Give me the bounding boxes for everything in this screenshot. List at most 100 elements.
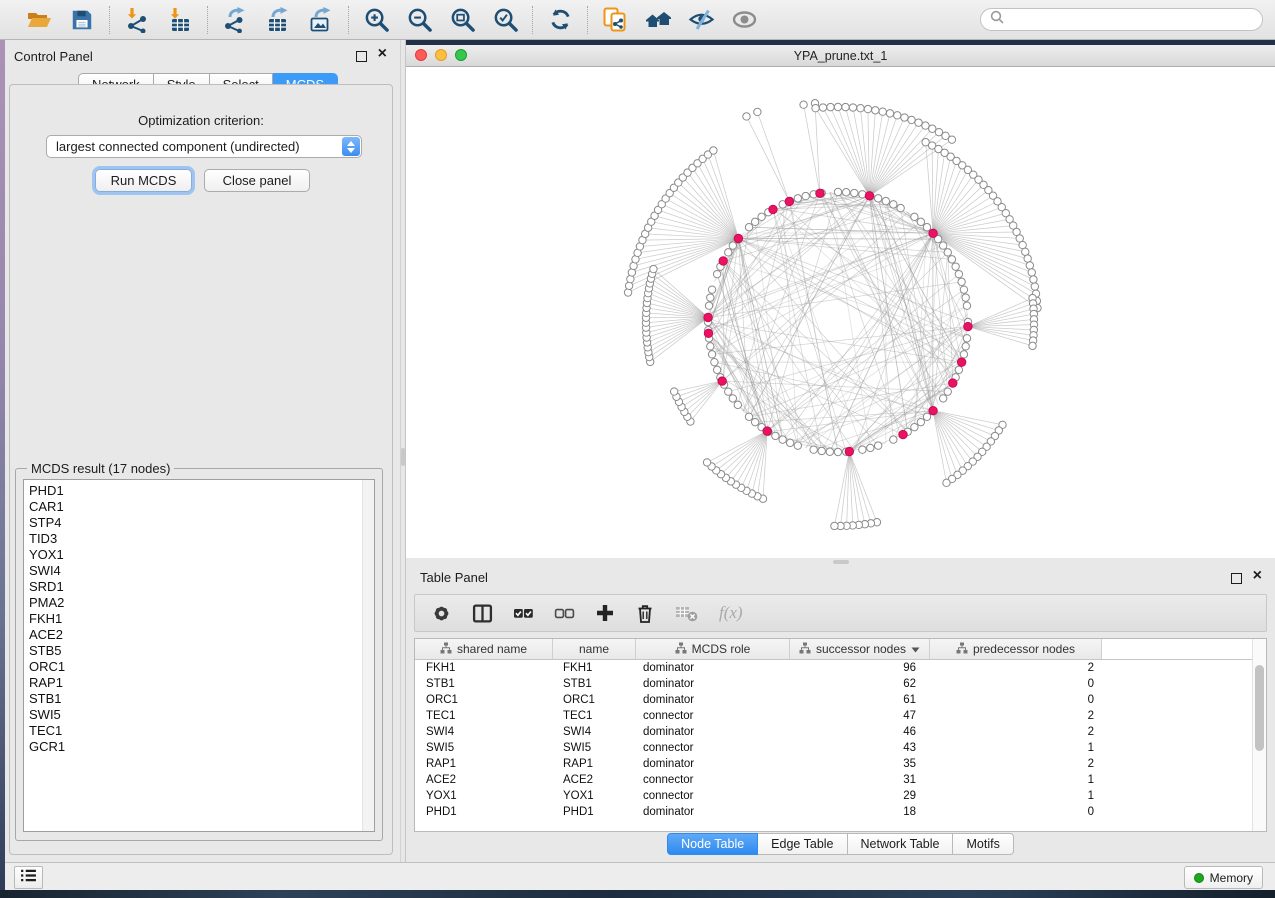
table-cell[interactable]: dominator: [636, 758, 790, 770]
table-row[interactable]: SWI4SWI4dominator462: [415, 724, 1253, 740]
close-panel-button[interactable]: Close panel: [204, 169, 310, 192]
table-cell[interactable]: connector: [636, 774, 790, 786]
column-header-name[interactable]: name: [553, 639, 636, 659]
tab-node-table[interactable]: Node Table: [667, 833, 758, 855]
list-item[interactable]: PHD1: [29, 483, 374, 499]
table-cell[interactable]: 43: [790, 742, 930, 754]
export-network-icon[interactable]: [221, 6, 249, 34]
list-item[interactable]: STP4: [29, 515, 374, 531]
memory-button[interactable]: Memory: [1184, 866, 1263, 889]
optimization-criterion-select[interactable]: largest connected component (undirected): [46, 135, 362, 158]
column-header-predecessor-nodes[interactable]: predecessor nodes: [930, 639, 1102, 659]
function-builder-icon[interactable]: f(x): [719, 603, 743, 623]
list-item[interactable]: PMA2: [29, 595, 374, 611]
refresh-view-icon[interactable]: [546, 6, 574, 34]
list-item[interactable]: CAR1: [29, 499, 374, 515]
table-cell[interactable]: 96: [790, 662, 930, 674]
delete-columns-icon[interactable]: [635, 603, 655, 624]
table-cell[interactable]: connector: [636, 742, 790, 754]
table-row[interactable]: RAP1RAP1dominator352: [415, 756, 1253, 772]
table-cell[interactable]: SWI4: [553, 726, 636, 738]
close-panel-icon[interactable]: ×: [1253, 567, 1262, 585]
table-cell[interactable]: dominator: [636, 806, 790, 818]
hide-graphics-details-icon[interactable]: [687, 6, 715, 34]
table-cell[interactable]: STB1: [553, 678, 636, 690]
import-network-icon[interactable]: [123, 6, 151, 34]
float-panel-icon[interactable]: [1231, 573, 1242, 584]
zoom-selected-icon[interactable]: [491, 6, 519, 34]
table-cell[interactable]: RAP1: [415, 758, 553, 770]
table-cell[interactable]: 0: [930, 806, 1102, 818]
column-header-successor-nodes[interactable]: successor nodes: [790, 639, 930, 659]
list-item[interactable]: SWI5: [29, 707, 374, 723]
table-cell[interactable]: 18: [790, 806, 930, 818]
open-session-icon[interactable]: [25, 6, 53, 34]
export-image-icon[interactable]: [307, 6, 335, 34]
table-cell[interactable]: SWI4: [415, 726, 553, 738]
table-cell[interactable]: 31: [790, 774, 930, 786]
add-column-icon[interactable]: [595, 603, 615, 623]
select-all-rows-icon[interactable]: [513, 603, 534, 624]
table-row[interactable]: ACE2ACE2connector311: [415, 772, 1253, 788]
table-row[interactable]: SWI5SWI5connector431: [415, 740, 1253, 756]
table-cell[interactable]: 1: [930, 742, 1102, 754]
horizontal-splitter[interactable]: [406, 558, 1275, 566]
table-cell[interactable]: ORC1: [415, 694, 553, 706]
show-columns-icon[interactable]: [472, 603, 493, 624]
table-cell[interactable]: 47: [790, 710, 930, 722]
table-row[interactable]: TEC1TEC1connector472: [415, 708, 1253, 724]
save-session-icon[interactable]: [68, 6, 96, 34]
list-item[interactable]: FKH1: [29, 611, 374, 627]
table-cell[interactable]: TEC1: [415, 710, 553, 722]
list-item[interactable]: TEC1: [29, 723, 374, 739]
table-cell[interactable]: dominator: [636, 662, 790, 674]
maximize-window-icon[interactable]: [455, 49, 467, 61]
splitter-handle[interactable]: [833, 560, 849, 564]
table-cell[interactable]: 2: [930, 758, 1102, 770]
table-cell[interactable]: YOX1: [553, 790, 636, 802]
tab-motifs[interactable]: Motifs: [953, 833, 1013, 855]
column-header-mcds-role[interactable]: MCDS role: [636, 639, 790, 659]
table-cell[interactable]: FKH1: [415, 662, 553, 674]
zoom-out-icon[interactable]: [405, 6, 433, 34]
table-cell[interactable]: 62: [790, 678, 930, 690]
splitter-handle[interactable]: [401, 448, 405, 466]
table-cell[interactable]: 2: [930, 662, 1102, 674]
table-cell[interactable]: RAP1: [553, 758, 636, 770]
table-cell[interactable]: 2: [930, 710, 1102, 722]
table-row[interactable]: PHD1PHD1dominator180: [415, 804, 1253, 820]
table-cell[interactable]: dominator: [636, 694, 790, 706]
table-cell[interactable]: 35: [790, 758, 930, 770]
tab-edge-table[interactable]: Edge Table: [758, 833, 847, 855]
table-cell[interactable]: 1: [930, 790, 1102, 802]
list-item[interactable]: STB5: [29, 643, 374, 659]
table-cell[interactable]: connector: [636, 790, 790, 802]
network-canvas[interactable]: [406, 66, 1275, 558]
deselect-all-rows-icon[interactable]: [554, 603, 575, 624]
table-row[interactable]: STB1STB1dominator620: [415, 676, 1253, 692]
search-input[interactable]: [1010, 12, 1253, 28]
table-cell[interactable]: FKH1: [553, 662, 636, 674]
table-cell[interactable]: ACE2: [553, 774, 636, 786]
table-cell[interactable]: dominator: [636, 726, 790, 738]
list-item[interactable]: TID3: [29, 531, 374, 547]
table-cell[interactable]: 46: [790, 726, 930, 738]
close-window-icon[interactable]: [415, 49, 427, 61]
table-cell[interactable]: 29: [790, 790, 930, 802]
delete-table-icon[interactable]: [675, 604, 699, 622]
minimize-window-icon[interactable]: [435, 49, 447, 61]
list-item[interactable]: SWI4: [29, 563, 374, 579]
table-scrollbar[interactable]: [1252, 639, 1266, 831]
table-row[interactable]: ORC1ORC1dominator610: [415, 692, 1253, 708]
table-cell[interactable]: PHD1: [553, 806, 636, 818]
table-cell[interactable]: 0: [930, 694, 1102, 706]
table-cell[interactable]: dominator: [636, 678, 790, 690]
column-header-shared-name[interactable]: shared name: [415, 639, 553, 659]
table-cell[interactable]: 2: [930, 726, 1102, 738]
list-item[interactable]: RAP1: [29, 675, 374, 691]
table-cell[interactable]: 1: [930, 774, 1102, 786]
scrollbar-thumb[interactable]: [1255, 665, 1264, 751]
list-item[interactable]: YOX1: [29, 547, 374, 563]
mcds-result-list[interactable]: PHD1CAR1STP4TID3YOX1SWI4SRD1PMA2FKH1ACE2…: [23, 479, 375, 832]
float-panel-icon[interactable]: [356, 51, 367, 62]
